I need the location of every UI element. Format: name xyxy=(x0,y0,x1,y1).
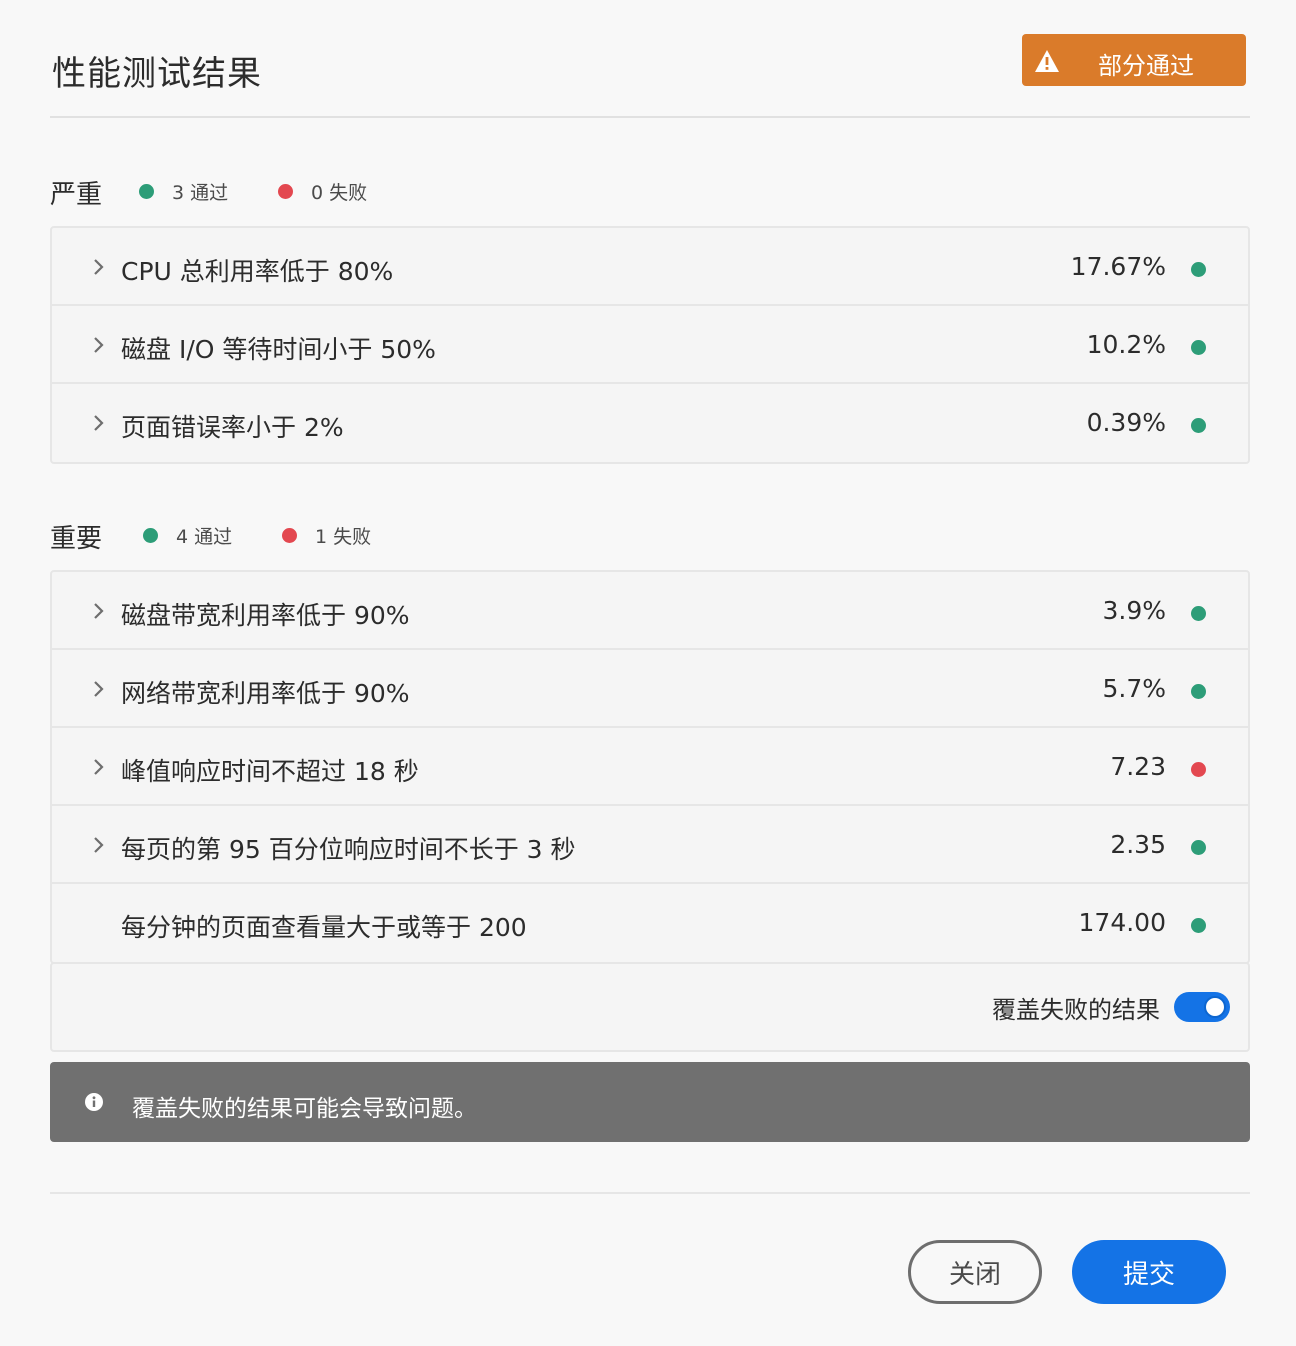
pass-status-icon xyxy=(1191,418,1206,433)
section-header-critical: 严重 3 通过 0 失败 xyxy=(50,174,1250,214)
pass-dot-icon xyxy=(143,528,158,543)
section-title: 重要 xyxy=(50,524,103,554)
passed-count: 4 通过 xyxy=(143,522,232,549)
result-value: 2.35 xyxy=(1110,830,1166,859)
override-toggle[interactable] xyxy=(1174,992,1230,1022)
result-row[interactable]: CPU 总利用率低于 80% 17.67% xyxy=(52,228,1248,306)
result-row[interactable]: 网络带宽利用率低于 90% 5.7% xyxy=(52,650,1248,728)
chevron-right-icon[interactable] xyxy=(92,258,106,276)
result-label: 峰值响应时间不超过 18 秒 xyxy=(121,757,419,786)
result-label: 磁盘带宽利用率低于 90% xyxy=(121,601,410,630)
chevron-right-icon[interactable] xyxy=(92,836,106,854)
info-icon xyxy=(85,1093,103,1111)
info-toast: 覆盖失败的结果可能会导致问题。 xyxy=(50,1062,1250,1142)
result-label: 每页的第 95 百分位响应时间不长于 3 秒 xyxy=(121,835,576,864)
chevron-right-icon[interactable] xyxy=(92,602,106,620)
passed-count: 3 通过 xyxy=(139,178,228,205)
result-label: 网络带宽利用率低于 90% xyxy=(121,679,410,708)
warning-icon xyxy=(1035,50,1059,72)
result-value: 10.2% xyxy=(1086,330,1166,359)
section-title: 严重 xyxy=(50,180,103,210)
chevron-right-icon[interactable] xyxy=(92,414,106,432)
result-row[interactable]: 磁盘带宽利用率低于 90% 3.9% xyxy=(52,572,1248,650)
result-value: 5.7% xyxy=(1102,674,1166,703)
result-label: CPU 总利用率低于 80% xyxy=(121,257,394,286)
performance-results-dialog: 性能测试结果 部分通过 严重 3 通过 0 失败 CPU 总利用率低于 80% … xyxy=(0,0,1296,1346)
result-label: 每分钟的页面查看量大于或等于 200 xyxy=(121,913,527,942)
chevron-right-icon[interactable] xyxy=(92,680,106,698)
chevron-right-icon[interactable] xyxy=(92,758,106,776)
result-value: 7.23 xyxy=(1110,752,1166,781)
fail-status-icon xyxy=(1191,762,1206,777)
fail-dot-icon xyxy=(278,184,293,199)
result-value: 174.00 xyxy=(1078,908,1166,937)
result-row[interactable]: 页面错误率小于 2% 0.39% xyxy=(52,384,1248,462)
pass-status-icon xyxy=(1191,840,1206,855)
results-panel-critical: CPU 总利用率低于 80% 17.67% 磁盘 I/O 等待时间小于 50% … xyxy=(50,226,1250,464)
page-title: 性能测试结果 xyxy=(52,54,262,94)
result-row[interactable]: 峰值响应时间不超过 18 秒 7.23 xyxy=(52,728,1248,806)
failed-count: 1 失败 xyxy=(282,522,371,549)
result-label: 页面错误率小于 2% xyxy=(121,413,344,442)
result-row: 每分钟的页面查看量大于或等于 200 174.00 xyxy=(52,884,1248,962)
dialog-header: 性能测试结果 部分通过 xyxy=(50,0,1250,118)
pass-status-icon xyxy=(1191,340,1206,355)
results-panel-important: 磁盘带宽利用率低于 90% 3.9% 网络带宽利用率低于 90% 5.7% 峰值… xyxy=(50,570,1250,964)
info-message: 覆盖失败的结果可能会导致问题。 xyxy=(132,1096,477,1122)
status-badge: 部分通过 xyxy=(1022,34,1246,86)
fail-dot-icon xyxy=(282,528,297,543)
override-panel: 覆盖失败的结果 xyxy=(50,962,1250,1052)
status-badge-label: 部分通过 xyxy=(1098,52,1194,80)
pass-status-icon xyxy=(1191,606,1206,621)
pass-status-icon xyxy=(1191,262,1206,277)
footer-divider xyxy=(50,1192,1250,1194)
section-header-important: 重要 4 通过 1 失败 xyxy=(50,518,1250,558)
override-label: 覆盖失败的结果 xyxy=(992,996,1160,1024)
pass-dot-icon xyxy=(139,184,154,199)
result-row[interactable]: 每页的第 95 百分位响应时间不长于 3 秒 2.35 xyxy=(52,806,1248,884)
failed-count: 0 失败 xyxy=(278,178,367,205)
result-label: 磁盘 I/O 等待时间小于 50% xyxy=(121,335,436,364)
pass-status-icon xyxy=(1191,684,1206,699)
toggle-knob xyxy=(1204,996,1226,1018)
result-value: 17.67% xyxy=(1070,252,1166,281)
chevron-right-icon[interactable] xyxy=(92,336,106,354)
close-button[interactable]: 关闭 xyxy=(908,1240,1042,1304)
pass-status-icon xyxy=(1191,918,1206,933)
result-row[interactable]: 磁盘 I/O 等待时间小于 50% 10.2% xyxy=(52,306,1248,384)
result-value: 0.39% xyxy=(1086,408,1166,437)
result-value: 3.9% xyxy=(1102,596,1166,625)
submit-button[interactable]: 提交 xyxy=(1072,1240,1226,1304)
